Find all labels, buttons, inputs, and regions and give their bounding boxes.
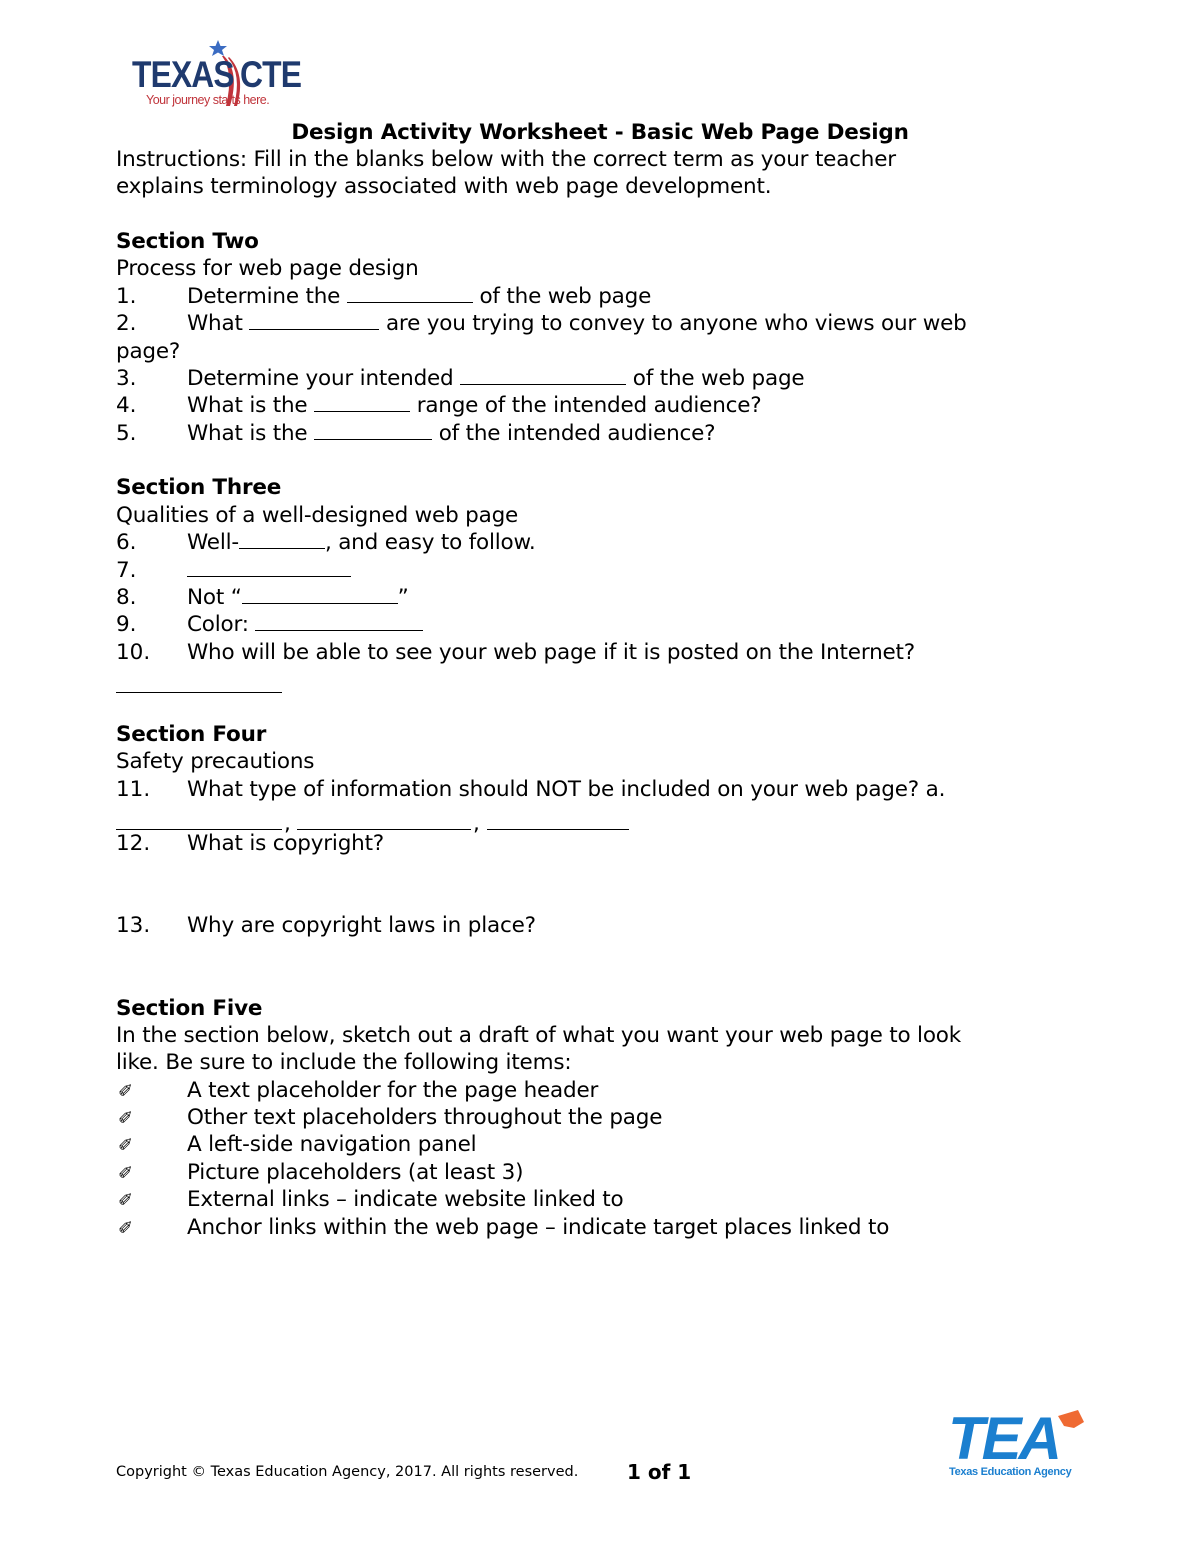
page-number: 1 of 1	[627, 1460, 692, 1484]
page-title: Design Activity Worksheet - Basic Web Pa…	[0, 120, 1200, 145]
question-text: Color:	[187, 612, 256, 637]
answer-blank[interactable]	[314, 421, 433, 440]
checklist-item-text: A text placeholder for the page header	[187, 1078, 599, 1103]
question-number: 5.	[116, 421, 137, 446]
question-number: 4.	[116, 393, 137, 418]
question-text: of the web page	[472, 284, 652, 309]
question-number: 11.	[116, 777, 151, 802]
section-five-intro-line-2: like. Be sure to include the following i…	[116, 1050, 572, 1075]
section-three-subheading: Qualities of a well-designed web page	[116, 503, 519, 528]
question-continuation: page?	[116, 339, 181, 364]
answer-blank[interactable]	[314, 393, 411, 412]
answer-blank[interactable]	[346, 284, 473, 303]
question-text: What is copyright?	[187, 831, 385, 856]
logo-word-cte: CTE	[240, 54, 302, 95]
checklist-item-text: Anchor links within the web page – indic…	[187, 1215, 890, 1240]
tea-logo: TEA Texas Education Agency	[946, 1405, 1096, 1483]
answer-blank[interactable]	[241, 585, 398, 604]
clapperboard-icon: ✐	[118, 1190, 134, 1211]
section-four-heading: Section Four	[116, 722, 267, 747]
answer-blank[interactable]	[255, 612, 424, 631]
section-five-intro-line-1: In the section below, sketch out a draft…	[116, 1023, 961, 1048]
logo-tagline: Your journey starts here.	[146, 93, 270, 107]
question-number: 6.	[116, 530, 137, 555]
section-two-subheading: Process for web page design	[116, 256, 419, 281]
answer-blank[interactable]	[238, 530, 325, 549]
question-text: What	[187, 311, 250, 336]
answer-blank[interactable]	[249, 311, 380, 330]
copyright-notice: Copyright © Texas Education Agency, 2017…	[116, 1464, 579, 1480]
question-text: , and easy to follow.	[324, 530, 536, 555]
question-text: Who will be able to see your web page if…	[187, 640, 915, 665]
question-text: of the web page	[626, 366, 805, 391]
checklist-item-text: Other text placeholders throughout the p…	[187, 1105, 663, 1130]
question-number: 9.	[116, 612, 137, 637]
section-two-heading: Section Two	[116, 229, 259, 254]
checklist-item-text: External links – indicate website linked…	[187, 1187, 624, 1212]
answer-blank[interactable]	[460, 366, 627, 385]
question-text: range of the intended audience?	[410, 393, 762, 418]
question-number: 2.	[116, 311, 137, 336]
instructions-line-1: Instructions: Fill in the blanks below w…	[116, 147, 896, 172]
clapperboard-icon: ✐	[118, 1135, 134, 1156]
question-text: Not “	[187, 585, 242, 610]
section-five-heading: Section Five	[116, 996, 263, 1021]
clapperboard-icon: ✐	[118, 1108, 134, 1129]
clapperboard-icon: ✐	[118, 1218, 134, 1239]
question-number: 8.	[116, 585, 137, 610]
clapperboard-icon: ✐	[118, 1081, 134, 1102]
answer-blank[interactable]	[187, 558, 351, 577]
question-number: 7.	[116, 558, 137, 583]
answer-blank-a[interactable]	[116, 829, 282, 830]
question-text: ”	[397, 585, 409, 610]
instructions-line-2: explains terminology associated with web…	[116, 174, 772, 199]
tea-logo-subtitle: Texas Education Agency	[949, 1466, 1072, 1478]
question-text: What is the	[187, 393, 315, 418]
section-three-heading: Section Three	[116, 475, 282, 500]
question-text: Determine the	[187, 284, 347, 309]
clapperboard-icon: ✐	[118, 1163, 134, 1184]
section-four-subheading: Safety precautions	[116, 749, 315, 774]
question-text: Determine your intended	[187, 366, 461, 391]
question-number: 13.	[116, 913, 151, 938]
question-text: Why are copyright laws in place?	[187, 913, 536, 938]
question-text: Well-	[187, 530, 239, 555]
question-text: What is the	[187, 421, 315, 446]
tea-logo-letters: TEA	[948, 1405, 1062, 1472]
answer-blank[interactable]	[116, 692, 282, 693]
page-title-text: Design Activity Worksheet - Basic Web Pa…	[291, 120, 909, 145]
question-number: 10.	[116, 640, 151, 665]
answer-blank-b[interactable]	[297, 829, 471, 830]
texas-cte-logo: TEXAS CTE Your journey starts here.	[130, 36, 310, 112]
question-text: of the intended audience?	[432, 421, 716, 446]
checklist-item-text: Picture placeholders (at least 3)	[187, 1160, 524, 1185]
question-number: 1.	[116, 284, 137, 309]
question-text: are you trying to convey to anyone who v…	[379, 311, 967, 336]
question-number: 3.	[116, 366, 137, 391]
checklist-item-text: A left-side navigation panel	[187, 1132, 477, 1157]
question-text: What type of information should NOT be i…	[187, 777, 946, 802]
separator-comma: ,	[473, 811, 480, 836]
question-number: 12.	[116, 831, 151, 856]
logo-word-texas: TEXAS	[132, 54, 235, 95]
answer-blank-c[interactable]	[487, 829, 629, 830]
